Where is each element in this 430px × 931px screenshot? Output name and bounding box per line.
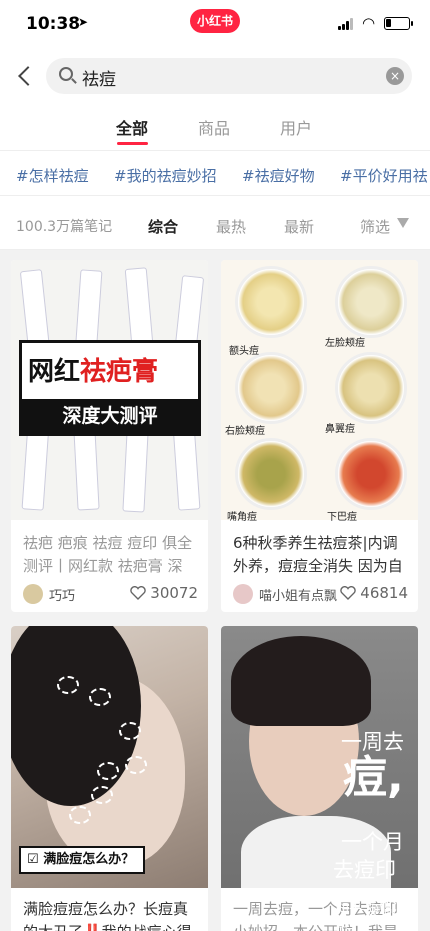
sort-comprehensive[interactable]: 综合 <box>148 216 178 237</box>
acne-marker-icon <box>89 688 111 706</box>
like-count: 30072 <box>150 584 198 602</box>
search-input[interactable]: 祛痘 × <box>46 58 412 94</box>
note-caption-line: 6种秋季养生祛痘茶|内调 <box>233 534 398 552</box>
acne-marker-icon <box>97 762 119 780</box>
search-header: 祛痘 × <box>0 50 430 105</box>
image-text-line: 一个月 <box>341 830 404 854</box>
tea-bowl <box>235 266 307 338</box>
banner-subtitle: 深度大测评 <box>22 399 198 433</box>
note-caption-line: 祛疤 疤痕 祛痘 痘印 俱全 <box>23 534 193 552</box>
search-icon <box>59 67 73 81</box>
note-card[interactable]: 网红祛疤膏 深度大测评 祛疤 疤痕 祛痘 痘印 俱全 测评丨网红款 祛疤膏 深 … <box>11 260 208 612</box>
back-arrow-icon[interactable] <box>16 65 36 87</box>
bowl-label: 嘴角痘 <box>227 512 257 523</box>
status-time: 10:38 <box>26 14 81 34</box>
topic-chip[interactable]: #平价好用祛 <box>340 165 428 186</box>
tab-products[interactable]: 商品 <box>198 115 230 139</box>
location-arrow-icon: ➤ <box>78 15 89 29</box>
tea-bowl <box>235 352 307 424</box>
author-name: 喵小姐有点飘 <box>259 588 338 604</box>
note-image: 额头痘 左脸颊痘 右脸颊痘 鼻翼痘 嘴角痘 下巴痘 <box>221 260 418 523</box>
note-author[interactable]: 巧巧 <box>23 584 75 604</box>
image-title-banner: 网红祛疤膏 深度大测评 <box>19 340 201 436</box>
topic-chip[interactable]: #我的祛痘妙招 <box>114 165 217 186</box>
bowl-label: 下巴痘 <box>327 512 357 523</box>
bowl-label: 右脸颊痘 <box>225 426 265 437</box>
note-caption-line: 外养，痘痘全消失 因为自 <box>233 557 403 575</box>
topic-row: #怎样祛痘 #我的祛痘妙招 #祛痘好物 #平价好用祛 <box>0 150 430 196</box>
filter-funnel-icon <box>397 218 409 228</box>
note-card[interactable]: 额头痘 左脸颊痘 右脸颊痘 鼻翼痘 嘴角痘 下巴痘 6种秋季养生祛痘茶|内调 外… <box>221 260 418 612</box>
like-button[interactable]: 30072 <box>130 584 198 602</box>
note-caption-line: 测评丨网红款 祛疤膏 深 <box>23 557 183 575</box>
author-name: 巧巧 <box>49 588 76 604</box>
bowl-label: 鼻翼痘 <box>325 424 355 435</box>
bowl-label: 额头痘 <box>229 346 259 357</box>
acne-marker-icon <box>57 676 79 694</box>
note-card[interactable]: 一周去 痘, 一个月 去痘印 一周去痘，一个月去痘印 小妙招，本公开啦！我是 <box>221 626 418 931</box>
result-tabs: 全部 商品 用户 <box>0 105 430 150</box>
note-image: ☑ 满脸痘怎么办？ <box>11 626 208 888</box>
like-count: 46814 <box>360 584 408 602</box>
like-button[interactable]: 46814 <box>340 584 408 602</box>
clear-search-icon[interactable]: × <box>386 67 404 85</box>
note-image: 一周去 痘, 一个月 去痘印 <box>221 626 418 888</box>
status-bar: 10:38 ➤ 小红书 ◠ <box>0 0 430 50</box>
avatar <box>23 584 43 604</box>
acne-marker-icon <box>119 722 141 740</box>
battery-icon <box>384 17 413 30</box>
bowl-label: 左脸颊痘 <box>325 338 365 349</box>
tea-bowl <box>335 266 407 338</box>
note-card[interactable]: ☑ 满脸痘怎么办？ 满脸痘痘怎么办？长痘真 的太丑了‼️我的战痘心得 <box>11 626 208 931</box>
search-query-text: 祛痘 <box>82 70 116 90</box>
watermark: 知乎 @锦江小王 <box>336 902 419 931</box>
tea-bowl <box>335 352 407 424</box>
filter-row: 100.3万篇笔记 综合 最热 最新 筛选 <box>0 196 430 250</box>
tab-all[interactable]: 全部 <box>116 115 148 139</box>
tab-users[interactable]: 用户 <box>280 115 312 139</box>
wifi-icon: ◠ <box>362 14 376 32</box>
hair-photo <box>231 636 371 726</box>
note-caption-line: 的太丑了‼️我的战痘心得 <box>23 921 192 931</box>
acne-marker-icon <box>91 786 113 804</box>
sort-hottest[interactable]: 最热 <box>216 216 246 237</box>
tea-bowl <box>235 438 307 510</box>
topic-chip[interactable]: #祛痘好物 <box>242 165 315 186</box>
sort-newest[interactable]: 最新 <box>284 216 314 237</box>
heart-icon <box>130 586 146 600</box>
topic-chip[interactable]: #怎样祛痘 <box>16 165 89 186</box>
note-count: 100.3万篇笔记 <box>16 219 113 235</box>
image-text-line: 去痘印 <box>333 858 396 882</box>
note-image: 网红祛疤膏 深度大测评 <box>11 260 208 520</box>
filter-button[interactable]: 筛选 <box>360 216 390 237</box>
acne-marker-icon <box>125 756 147 774</box>
heart-icon <box>340 586 356 600</box>
note-author[interactable]: 喵小姐有点飘 <box>233 584 337 604</box>
banner-title-red: 祛疤膏 <box>80 357 159 387</box>
image-text-line: 痘, <box>343 752 404 803</box>
cellular-signal-icon <box>338 18 356 30</box>
active-tab-indicator <box>117 142 148 145</box>
acne-marker-icon <box>69 806 91 824</box>
app-brand-badge: 小红书 <box>190 9 240 33</box>
image-tag: 满脸痘怎么办？ <box>43 852 135 867</box>
note-caption-line: 满脸痘痘怎么办？长痘真 <box>23 900 189 918</box>
tea-bowl <box>335 438 407 510</box>
avatar <box>233 584 253 604</box>
banner-title-black: 网红 <box>28 357 81 387</box>
